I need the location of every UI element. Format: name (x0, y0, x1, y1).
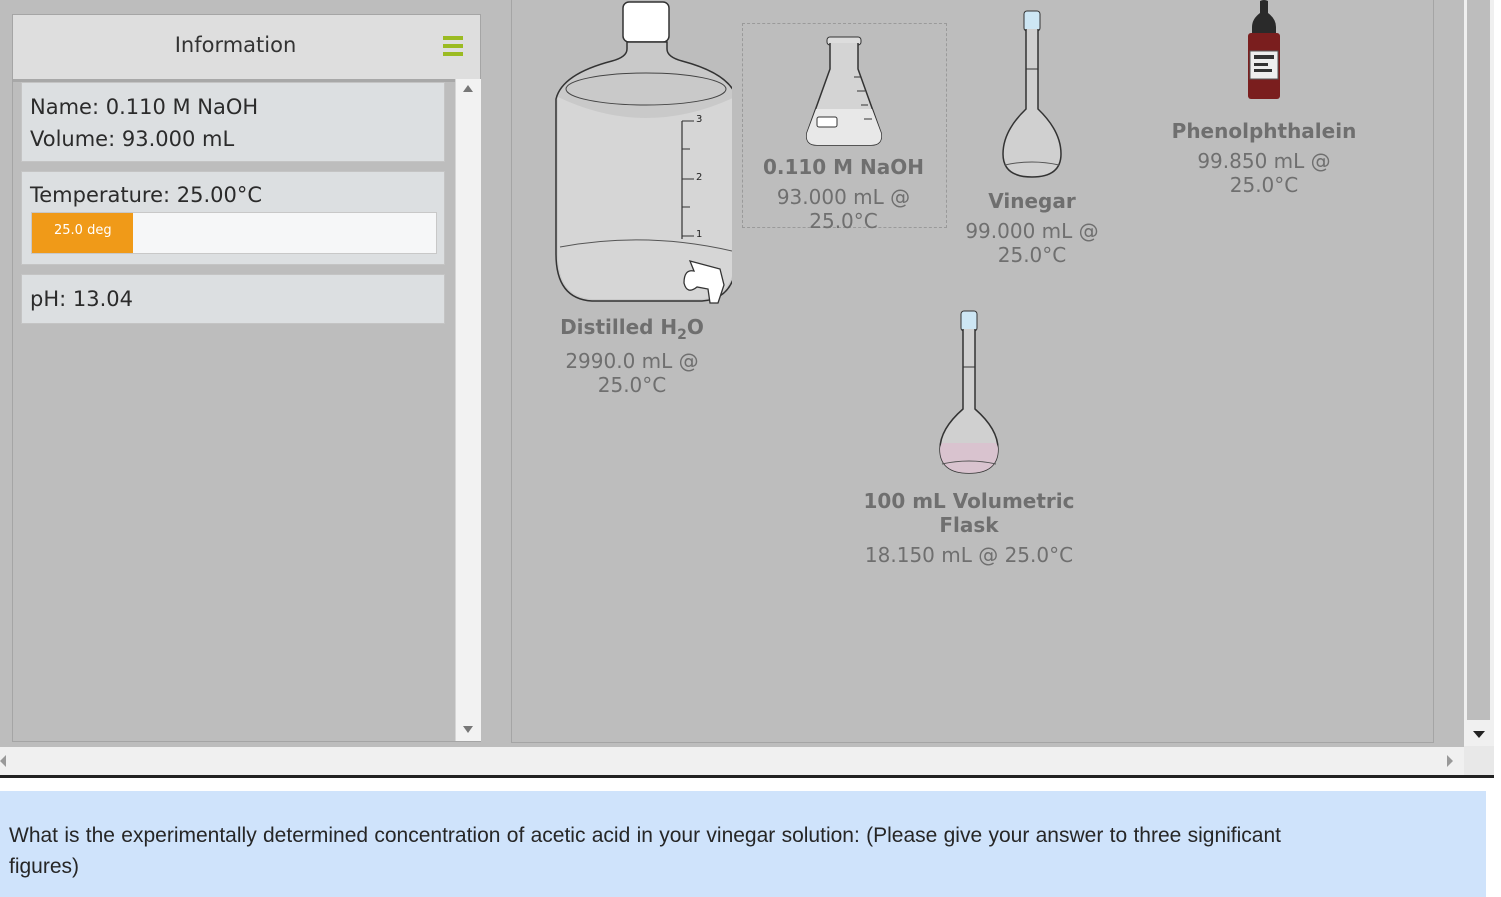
carboy-mark-1: 1 (696, 229, 702, 240)
information-header: Information (13, 15, 480, 82)
information-title: Information (174, 33, 297, 57)
volumetric-flask-detail: 18.150 mL @ 25.0°C (864, 543, 1074, 567)
hamburger-menu-icon[interactable] (443, 36, 463, 56)
phenolphthalein-detail: 99.850 mL @ 25.0°C (1197, 149, 1331, 197)
distilled-water-carboy[interactable]: 3 2 1 Distilled H2O 2990.0 mL @ 25.0°C (532, 0, 738, 397)
lab-workspace[interactable]: 3 2 1 Distilled H2O 2990.0 mL @ 25.0°C 0… (511, 0, 1434, 743)
solution-info-box: Name: 0.110 M NaOH Volume: 93.000 mL (21, 82, 445, 162)
phenolphthalein-bottle[interactable]: Phenolphthalein 99.850 mL @ 25.0°C (1162, 0, 1366, 197)
carboy-icon: 3 2 1 (555, 1, 738, 304)
carboy-mark-2: 2 (696, 172, 702, 183)
ph-text: pH: 13.04 (30, 287, 133, 311)
ph-box: pH: 13.04 (21, 274, 445, 324)
workspace-horizontal-scrollbar[interactable] (0, 747, 1464, 775)
temperature-text: Temperature: 25.00°C (30, 183, 263, 207)
virtual-lab-frame: Information Name: 0.110 M NaOH Volume: 9… (0, 0, 1494, 778)
scrollbar-corner (1464, 746, 1494, 775)
info-panel-scrollbar[interactable] (455, 79, 481, 741)
dropper-bottle-icon (1248, 0, 1280, 99)
temperature-slider[interactable]: 25.0 deg (31, 212, 437, 254)
volumetric-flask-icon (1002, 10, 1062, 178)
volumetric-flask-name: 100 mL Volumetric Flask (863, 489, 1075, 537)
erlenmeyer-flask-icon (805, 36, 882, 146)
temperature-box: Temperature: 25.00°C 25.0 deg (21, 171, 445, 265)
naoh-flask[interactable]: 0.110 M NaOH 93.000 mL @ 25.0°C (742, 29, 945, 233)
temperature-slider-fill: 25.0 deg (32, 213, 133, 253)
scroll-down-arrow-icon[interactable] (463, 726, 473, 733)
vinegar-name: Vinegar (988, 189, 1076, 213)
information-panel: Information Name: 0.110 M NaOH Volume: 9… (12, 14, 481, 742)
naoh-flask-name: 0.110 M NaOH (762, 155, 925, 179)
scroll-right-arrow-icon[interactable] (1447, 755, 1453, 767)
volumetric-flask-icon (939, 310, 999, 474)
scroll-down-arrow-icon[interactable] (1473, 731, 1485, 738)
solution-name: Name: 0.110 M NaOH (30, 95, 259, 119)
vinegar-detail: 99.000 mL @ 25.0°C (965, 219, 1099, 267)
phenolphthalein-name: Phenolphthalein (1171, 119, 1357, 143)
carboy-mark-3: 3 (696, 114, 702, 125)
volumetric-flask-100ml[interactable]: 100 mL Volumetric Flask 18.150 mL @ 25.0… (849, 309, 1089, 567)
distilled-water-name: Distilled H2O (560, 315, 704, 343)
workspace-vertical-scrollbar[interactable] (1464, 0, 1494, 746)
naoh-flask-detail: 93.000 mL @ 25.0°C (776, 185, 911, 233)
scrollbar-thumb[interactable] (1467, 0, 1490, 720)
solution-volume: Volume: 93.000 mL (30, 127, 235, 151)
scroll-up-arrow-icon[interactable] (463, 85, 473, 92)
distilled-water-detail: 2990.0 mL @ 25.0°C (565, 349, 699, 397)
question-prompt: What is the experimentally determined co… (0, 791, 1486, 897)
vinegar-flask[interactable]: Vinegar 99.000 mL @ 25.0°C (932, 9, 1132, 267)
temperature-slider-label: 25.0 deg (54, 223, 112, 238)
scroll-left-arrow-icon[interactable] (0, 755, 6, 767)
